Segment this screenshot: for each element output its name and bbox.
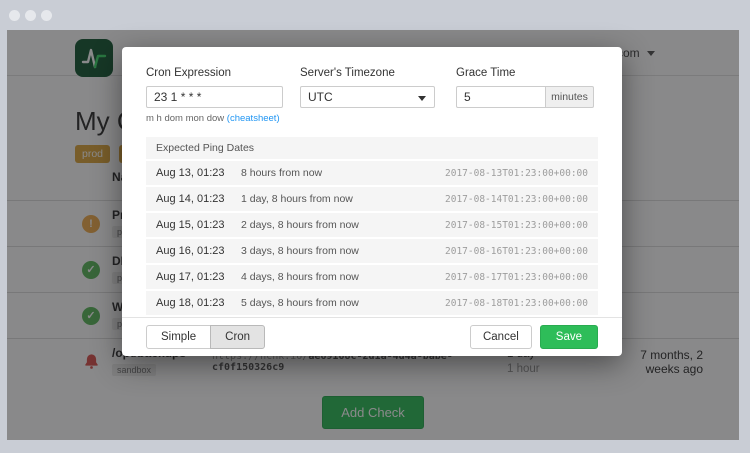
timezone-selected-value: UTC [308, 90, 333, 104]
ping-relative: 3 days, 8 hours from now [241, 245, 445, 257]
ping-date: Aug 18, 01:23 [156, 297, 241, 309]
modal-footer: Simple Cron Cancel Save [122, 317, 622, 356]
ping-date: Aug 13, 01:23 [156, 167, 241, 179]
ping-iso-timestamp: 2017-08-16T01:23:00+00:00 [445, 246, 588, 257]
cron-expression-input[interactable] [146, 86, 283, 108]
ping-iso-timestamp: 2017-08-18T01:23:00+00:00 [445, 298, 588, 309]
grace-time-input[interactable] [456, 86, 546, 108]
ping-relative: 4 days, 8 hours from now [241, 271, 445, 283]
window-control-dot[interactable] [41, 10, 52, 21]
cancel-button[interactable]: Cancel [470, 325, 532, 349]
window-control-dot[interactable] [9, 10, 20, 21]
cron-hint: m h dom mon dow (cheatsheet) [146, 113, 283, 124]
ping-date-row: Aug 18, 01:23 5 days, 8 hours from now 2… [146, 291, 598, 315]
ping-date-row: Aug 15, 01:23 2 days, 8 hours from now 2… [146, 213, 598, 237]
schedule-mode-toggle: Simple Cron [146, 325, 265, 349]
expected-ping-dates-panel: Expected Ping Dates Aug 13, 01:23 8 hour… [146, 137, 598, 315]
chevron-down-icon [418, 96, 426, 101]
cron-mode-button[interactable]: Cron [210, 325, 265, 349]
ping-relative: 2 days, 8 hours from now [241, 219, 445, 231]
schedule-editor-modal: Cron Expression m h dom mon dow (cheatsh… [122, 47, 622, 356]
ping-date: Aug 17, 01:23 [156, 271, 241, 283]
ping-date: Aug 14, 01:23 [156, 193, 241, 205]
grace-time-label: Grace Time [456, 67, 594, 79]
ping-date-row: Aug 14, 01:23 1 day, 8 hours from now 20… [146, 187, 598, 211]
cron-expression-label: Cron Expression [146, 67, 283, 79]
save-button[interactable]: Save [540, 325, 598, 349]
ping-date-row: Aug 13, 01:23 8 hours from now 2017-08-1… [146, 161, 598, 185]
ping-date: Aug 15, 01:23 [156, 219, 241, 231]
ping-date-row: Aug 16, 01:23 3 days, 8 hours from now 2… [146, 239, 598, 263]
window-control-dot[interactable] [25, 10, 36, 21]
timezone-label: Server's Timezone [300, 67, 435, 79]
cheatsheet-link[interactable]: (cheatsheet) [227, 113, 280, 124]
ping-date-row: Aug 17, 01:23 4 days, 8 hours from now 2… [146, 265, 598, 289]
ping-iso-timestamp: 2017-08-15T01:23:00+00:00 [445, 220, 588, 231]
timezone-select[interactable]: UTC [300, 86, 435, 108]
ping-iso-timestamp: 2017-08-14T01:23:00+00:00 [445, 194, 588, 205]
ping-iso-timestamp: 2017-08-17T01:23:00+00:00 [445, 272, 588, 283]
simple-mode-button[interactable]: Simple [146, 325, 211, 349]
ping-relative: 1 day, 8 hours from now [241, 193, 445, 205]
ping-relative: 5 days, 8 hours from now [241, 297, 445, 309]
browser-window: user@gmail.com My Checks prod worker Nam… [0, 0, 750, 453]
cron-hint-text: m h dom mon dow [146, 113, 224, 124]
grace-unit-addon: minutes [546, 86, 594, 108]
window-titlebar [0, 0, 750, 30]
ping-relative: 8 hours from now [241, 167, 445, 179]
ping-dates-header: Expected Ping Dates [146, 137, 598, 159]
ping-iso-timestamp: 2017-08-13T01:23:00+00:00 [445, 168, 588, 179]
ping-date: Aug 16, 01:23 [156, 245, 241, 257]
